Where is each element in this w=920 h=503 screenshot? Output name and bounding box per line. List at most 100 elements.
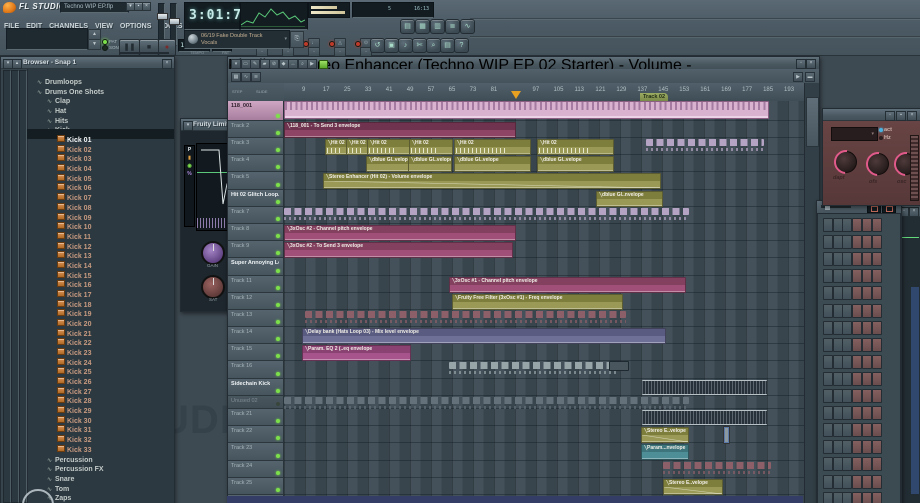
browser-item-kick-03[interactable]: Kick 03 xyxy=(27,148,174,158)
grid-row-6[interactable] xyxy=(284,190,804,207)
step-cell[interactable] xyxy=(833,389,843,403)
browser-item-clap[interactable]: ∿ Clap xyxy=(27,90,174,100)
track-enable-led[interactable] xyxy=(276,488,280,492)
browser-item-kick-33[interactable]: Kick 33 xyxy=(27,439,174,449)
step-cell[interactable] xyxy=(842,372,852,386)
step-cell[interactable] xyxy=(862,286,872,300)
audio-clip[interactable]: Hit 02 xyxy=(409,139,453,155)
step-cell[interactable] xyxy=(872,338,882,352)
audio-clip[interactable]: Hit 02 xyxy=(325,139,347,155)
audio-clip[interactable]: Hit 02 xyxy=(537,139,614,155)
step-cell[interactable] xyxy=(842,235,852,249)
track-header-17[interactable]: Sidechain Kick xyxy=(228,379,284,396)
step-cell[interactable] xyxy=(833,355,843,369)
step-cell[interactable] xyxy=(842,423,852,437)
step-cell[interactable] xyxy=(862,406,872,420)
track-header-2[interactable]: Track 2 xyxy=(228,121,284,138)
step-cell[interactable] xyxy=(842,269,852,283)
step-cell[interactable] xyxy=(852,304,862,318)
dapt-knob[interactable] xyxy=(835,151,857,173)
step-cell[interactable] xyxy=(833,304,843,318)
plugin-close-button[interactable]: × xyxy=(907,111,917,121)
step-cell[interactable] xyxy=(842,355,852,369)
step-cell[interactable] xyxy=(872,406,882,420)
browser-item-kick-24[interactable]: Kick 24 xyxy=(27,352,174,362)
menu-options[interactable]: OPTIONS xyxy=(120,23,152,30)
step-cell[interactable] xyxy=(852,372,862,386)
track-header-20[interactable]: Track 22 xyxy=(228,426,284,443)
notes-tool-button[interactable]: ▤ xyxy=(440,38,455,53)
automation-clip[interactable]: 3xOsc #2 - To Send 3 envelope xyxy=(284,242,513,258)
options-button[interactable]: ▬ xyxy=(805,72,815,82)
browser-item-kick-29[interactable]: Kick 29 xyxy=(27,400,174,410)
performance-button[interactable]: ≋ xyxy=(251,72,261,82)
browser-item-kick-31[interactable]: Kick 31 xyxy=(27,419,174,429)
step-sequencer-panel-button[interactable]: ▦ xyxy=(415,19,430,34)
step-cell[interactable] xyxy=(833,372,843,386)
browser-item-kick-25[interactable]: Kick 25 xyxy=(27,361,174,371)
playlist-close-button[interactable]: × xyxy=(806,59,816,69)
track-enable-led[interactable] xyxy=(276,165,280,169)
pattern-picker-button[interactable]: ▦ xyxy=(231,72,241,82)
browser-item-percussion-fx[interactable]: ∿ Percussion FX xyxy=(27,458,174,468)
step-cell[interactable] xyxy=(852,252,862,266)
playhead-marker[interactable] xyxy=(511,91,521,99)
current-sample-selector[interactable]: 06/19 Fake Double Track Vocals ▾ xyxy=(184,30,290,49)
browser-item-kick-08[interactable]: Kick 08 xyxy=(27,197,174,207)
plugin-maximize-button[interactable]: ▪ xyxy=(896,111,906,121)
step-cell[interactable] xyxy=(833,475,843,489)
step-cell[interactable] xyxy=(852,355,862,369)
step-cell[interactable] xyxy=(872,372,882,386)
hint-down-button[interactable]: ▼ xyxy=(88,39,101,50)
track-header-1[interactable]: 118_001 xyxy=(228,101,284,121)
step-cell[interactable] xyxy=(862,304,872,318)
browser-item-percussion[interactable]: ∿ Percussion xyxy=(27,449,174,459)
step-cell[interactable] xyxy=(833,338,843,352)
browser-item-snare[interactable]: ∿ Snare xyxy=(27,468,174,478)
track-enable-led[interactable] xyxy=(276,337,280,341)
step-cell[interactable] xyxy=(862,423,872,437)
cut-tool-button[interactable]: ✄ xyxy=(412,38,427,53)
track-header-16[interactable]: Track 16 xyxy=(228,361,284,379)
zoom-tool-button[interactable]: ⌕ xyxy=(426,38,441,53)
audio-clip[interactable]: Hit 02 xyxy=(367,139,410,155)
step-cell[interactable] xyxy=(833,235,843,249)
step-cell[interactable] xyxy=(862,235,872,249)
automation-clip[interactable]: dblue Gl..velope xyxy=(366,156,409,172)
step-cell[interactable] xyxy=(872,475,882,489)
step-cell[interactable] xyxy=(842,321,852,335)
act-radio[interactable]: act xyxy=(879,127,892,133)
step-cell[interactable] xyxy=(872,457,882,471)
browser-item-kick-28[interactable]: Kick 28 xyxy=(27,390,174,400)
browser-item-hits[interactable]: ∿ Hits xyxy=(27,110,174,120)
fader-cap[interactable] xyxy=(169,18,180,25)
automation-clip[interactable]: dblue Gl..velope xyxy=(408,156,452,172)
step-cell[interactable] xyxy=(842,252,852,266)
automation-clip[interactable]: dblue Gl..nvelope xyxy=(596,191,663,207)
mixer-panel-button[interactable]: ∿ xyxy=(460,19,475,34)
automation-clip[interactable]: Stereo E..velope xyxy=(663,479,723,495)
step-cell[interactable] xyxy=(872,286,882,300)
piano-roll-panel-button[interactable]: ▥ xyxy=(430,19,445,34)
track-header-9[interactable]: Track 9 xyxy=(228,241,284,258)
browser-item-kick-10[interactable]: Kick 10 xyxy=(27,216,174,226)
step-cell[interactable] xyxy=(823,218,833,232)
step-cell[interactable] xyxy=(852,338,862,352)
automation-clip[interactable]: Fruity Free Filter (3xOsc #1) - Freq env… xyxy=(452,294,623,310)
playlist-menu-tool[interactable]: ▾ xyxy=(231,59,241,69)
step-cell[interactable] xyxy=(823,457,833,471)
automation-clip[interactable]: Param. EQ 2 (..eq envelope xyxy=(302,345,411,361)
step-cell[interactable] xyxy=(842,475,852,489)
browser-item-kick-07[interactable]: Kick 07 xyxy=(27,187,174,197)
step-cell[interactable] xyxy=(823,389,833,403)
playlist-maximize-button[interactable]: ▫ xyxy=(796,59,806,69)
track-header-13[interactable]: Track 13 xyxy=(228,310,284,327)
step-cell[interactable] xyxy=(823,492,833,503)
browser-item-kick-17[interactable]: Kick 17 xyxy=(27,284,174,294)
mini-clip[interactable] xyxy=(609,361,629,371)
playlist-mute-tool[interactable]: ◆ xyxy=(279,59,289,69)
step-cell[interactable] xyxy=(823,304,833,318)
playlist-slip-tool[interactable]: ↔ xyxy=(288,59,298,69)
step-cell[interactable] xyxy=(823,338,833,352)
tap-tempo-tool-button[interactable]: ♪ xyxy=(398,38,413,53)
